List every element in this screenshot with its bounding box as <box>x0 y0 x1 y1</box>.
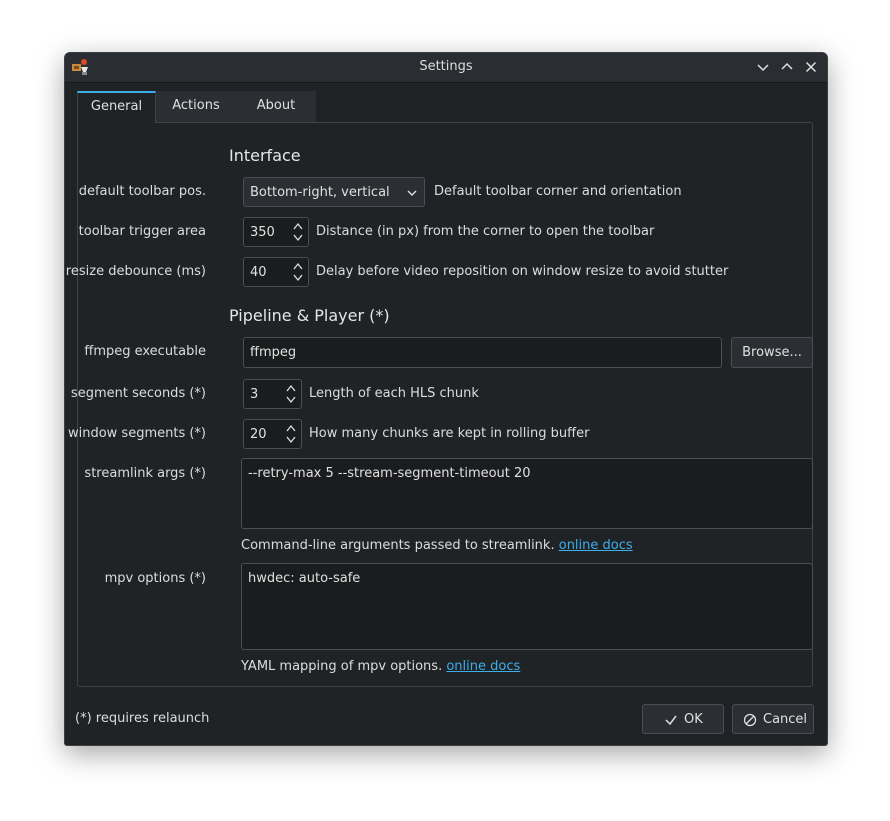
relaunch-note: (*) requires relaunch <box>75 711 210 726</box>
general-panel: Interface default toolbar pos. Bottom-ri… <box>66 122 813 687</box>
window-segments-value: 20 <box>250 427 267 442</box>
chevron-down-icon <box>407 190 417 196</box>
pipeline-section-title: Pipeline & Player (*) <box>229 306 390 325</box>
trigger-area-label: toolbar trigger area <box>78 224 206 239</box>
segment-seconds-spinbox[interactable]: 3 <box>243 379 302 409</box>
cancel-button[interactable]: Cancel <box>732 704 814 734</box>
resize-debounce-description: Delay before video reposition on window … <box>316 264 729 279</box>
cancel-icon <box>743 713 757 727</box>
spin-arrows-icon[interactable] <box>285 383 297 405</box>
maximize-button[interactable] <box>779 59 795 75</box>
tab-about[interactable]: About <box>236 91 316 122</box>
ffmpeg-label: ffmpeg executable <box>84 344 206 359</box>
tab-actions[interactable]: Actions <box>156 91 236 122</box>
interface-section-title: Interface <box>229 146 301 165</box>
window-segments-label: window segments (*) <box>67 426 206 441</box>
window-segments-spinbox[interactable]: 20 <box>243 419 302 449</box>
close-button[interactable] <box>803 59 819 75</box>
mpv-options-value: hwdec: auto-safe <box>248 571 361 586</box>
resize-debounce-spinbox[interactable]: 40 <box>243 257 309 287</box>
resize-debounce-label: resize debounce (ms) <box>65 264 206 279</box>
window-segments-description: How many chunks are kept in rolling buff… <box>309 426 590 441</box>
streamlink-args-help-text: Command-line arguments passed to streaml… <box>241 538 555 553</box>
settings-dialog: Settings General Actions About Interface… <box>64 52 828 746</box>
trigger-area-spinbox[interactable]: 350 <box>243 217 309 247</box>
window-title: Settings <box>419 59 473 74</box>
trigger-area-value: 350 <box>250 225 275 240</box>
toolbar-pos-label: default toolbar pos. <box>78 184 206 199</box>
segment-seconds-description: Length of each HLS chunk <box>309 386 479 401</box>
ffmpeg-input[interactable]: ffmpeg <box>243 337 722 368</box>
toolbar-pos-value: Bottom-right, vertical <box>250 185 390 200</box>
browse-button[interactable]: Browse... <box>731 337 813 368</box>
ffmpeg-value: ffmpeg <box>250 345 297 360</box>
streamlink-args-value: --retry-max 5 --stream-segment-timeout 2… <box>248 466 531 481</box>
tab-general[interactable]: General <box>77 91 156 123</box>
spin-arrows-icon[interactable] <box>292 261 304 283</box>
streamlink-args-label: streamlink args (*) <box>84 466 206 481</box>
trigger-area-description: Distance (in px) from the corner to open… <box>316 224 655 239</box>
mpv-options-textarea[interactable]: hwdec: auto-safe <box>241 563 813 650</box>
segment-seconds-label: segment seconds (*) <box>70 386 206 401</box>
spin-arrows-icon[interactable] <box>292 221 304 243</box>
mpv-docs-link[interactable]: online docs <box>446 659 520 674</box>
cancel-label: Cancel <box>763 712 808 727</box>
streamlink-args-textarea[interactable]: --retry-max 5 --stream-segment-timeout 2… <box>241 458 813 529</box>
ok-label: OK <box>684 712 703 727</box>
title-bar[interactable]: Settings <box>65 53 827 83</box>
mpv-options-label: mpv options (*) <box>104 571 206 586</box>
streamlink-args-help: Command-line arguments passed to streaml… <box>241 538 633 553</box>
streamlink-docs-link[interactable]: online docs <box>559 538 633 553</box>
mpv-options-help: YAML mapping of mpv options. online docs <box>241 659 520 674</box>
toolbar-pos-description: Default toolbar corner and orientation <box>434 184 682 199</box>
minimize-button[interactable] <box>755 59 771 75</box>
resize-debounce-value: 40 <box>250 265 267 280</box>
spin-arrows-icon[interactable] <box>285 423 297 445</box>
checkmark-icon <box>665 715 677 726</box>
segment-seconds-value: 3 <box>250 387 259 402</box>
toolbar-pos-select[interactable]: Bottom-right, vertical <box>243 177 425 207</box>
tab-bar: General Actions About <box>77 91 317 123</box>
ok-button[interactable]: OK <box>642 704 724 734</box>
mpv-options-help-text: YAML mapping of mpv options. <box>241 659 443 674</box>
